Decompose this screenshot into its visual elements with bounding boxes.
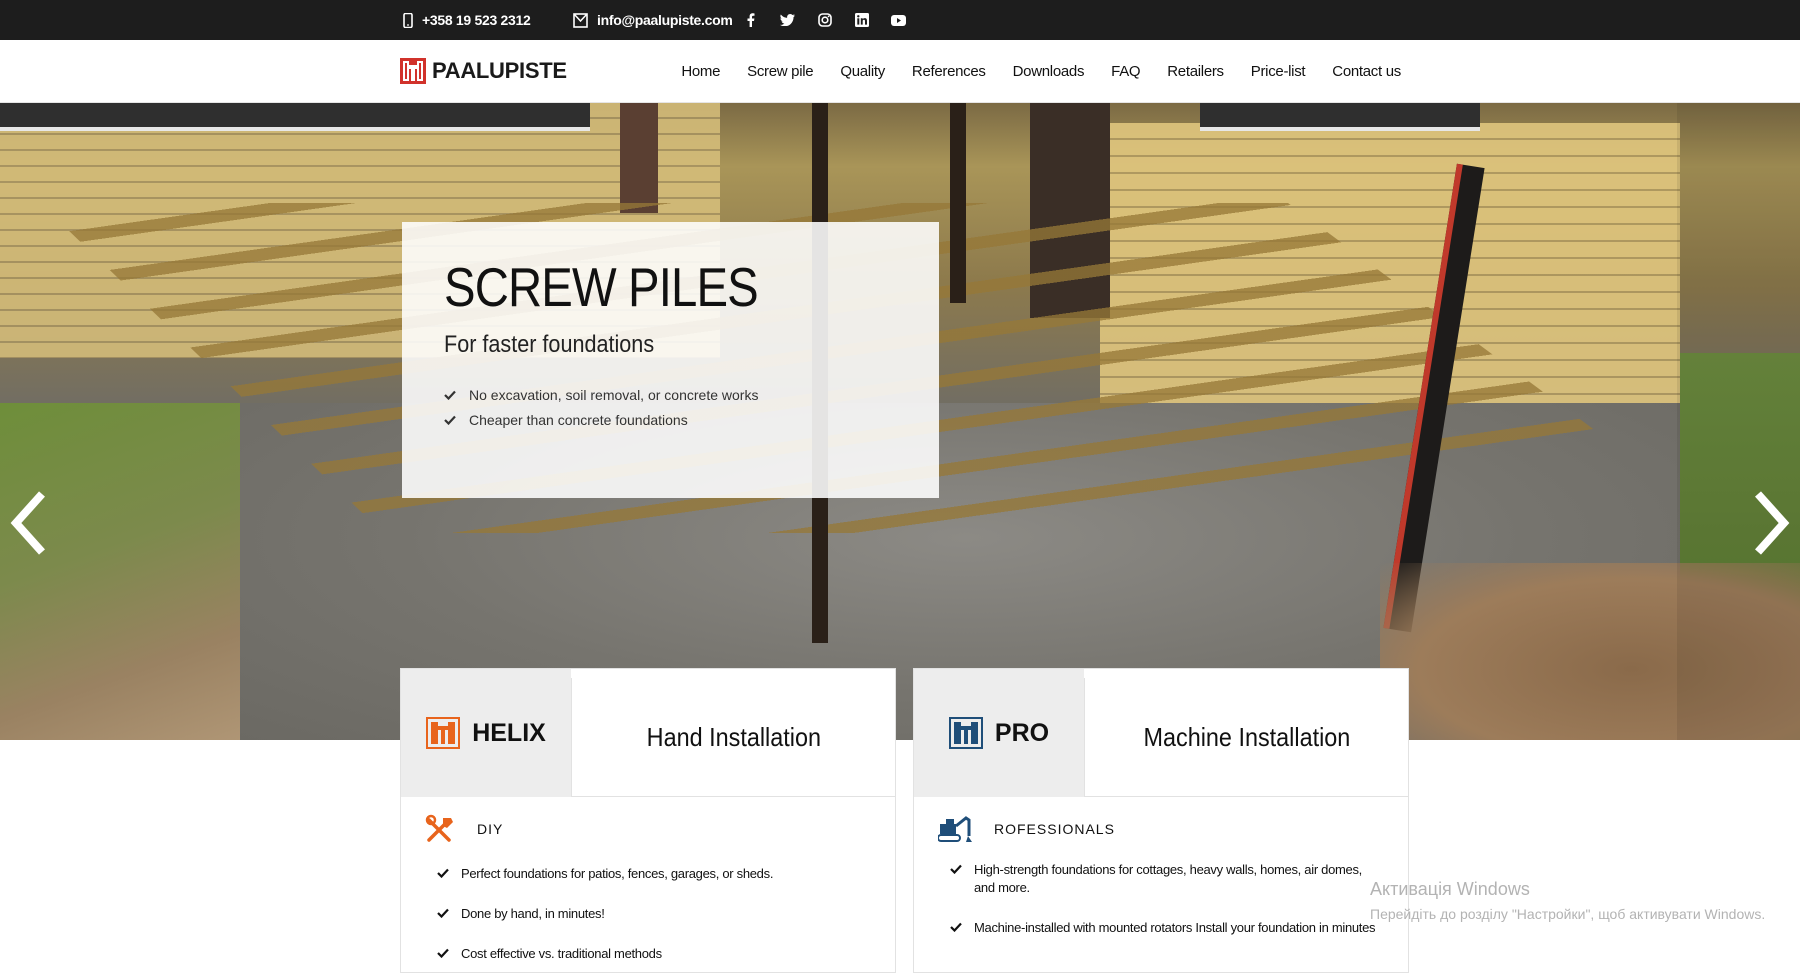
- pro-product-card[interactable]: PRO Machine Installation ROFESSIONALS Hi…: [913, 668, 1409, 973]
- card-heading: Machine Installation: [1084, 678, 1408, 797]
- hero-feature-item: No excavation, soil removal, or concrete…: [444, 387, 897, 403]
- helix-brand-tab: HELIX: [401, 669, 571, 797]
- nav-item-screw-pile[interactable]: Screw pile: [747, 63, 814, 80]
- card-category: DIY: [425, 814, 503, 844]
- checkmark-icon: [437, 868, 449, 878]
- checkmark-icon: [437, 948, 449, 958]
- checkmark-icon: [950, 864, 962, 874]
- excavator-icon: [938, 816, 972, 842]
- nav-item-quality[interactable]: Quality: [840, 63, 885, 80]
- nav-item-retailers[interactable]: Retailers: [1167, 63, 1224, 80]
- chevron-right-icon: [1755, 491, 1790, 555]
- phone-contact[interactable]: +358 19 523 2312: [403, 0, 531, 40]
- card-feature-item: High-strength foundations for cottages, …: [950, 861, 1378, 897]
- card-category: ROFESSIONALS: [938, 814, 1115, 844]
- phone-icon: [403, 12, 413, 28]
- email-icon: [573, 12, 588, 28]
- windows-activation-watermark: Активація Windows Перейдіть до розділу "…: [1370, 879, 1765, 922]
- nav-item-price-list[interactable]: Price-list: [1251, 63, 1306, 80]
- main-navigation: PAALUPISTE Home Screw pile Quality Refer…: [0, 40, 1800, 103]
- card-feature-item: Done by hand, in minutes!: [437, 905, 865, 923]
- site-logo[interactable]: PAALUPISTE: [400, 55, 567, 87]
- card-heading-text: Machine Installation: [1143, 721, 1350, 752]
- checkmark-icon: [444, 390, 456, 400]
- helix-brand-name: HELIX: [472, 718, 546, 747]
- card-heading: Hand Installation: [571, 678, 895, 797]
- card-feature-list: Perfect foundations for patios, fences, …: [437, 865, 865, 973]
- nav-item-downloads[interactable]: Downloads: [1013, 63, 1085, 80]
- nav-item-contact-us[interactable]: Contact us: [1332, 63, 1401, 80]
- hero-feature-item: Cheaper than concrete foundations: [444, 412, 897, 428]
- social-links: [732, 0, 917, 40]
- watermark-title: Активація Windows: [1370, 879, 1530, 899]
- instagram-icon[interactable]: [806, 13, 843, 27]
- card-category-label: DIY: [477, 821, 504, 837]
- nav-item-references[interactable]: References: [912, 63, 986, 80]
- pro-logo-icon: [948, 717, 983, 749]
- card-category-label: ROFESSIONALS: [994, 821, 1115, 837]
- email-address: info@paalupiste.com: [597, 12, 733, 28]
- nav-menu: Home Screw pile Quality References Downl…: [654, 40, 1401, 103]
- checkmark-icon: [950, 922, 962, 932]
- nav-item-home[interactable]: Home: [681, 63, 720, 80]
- tools-icon: [425, 814, 453, 842]
- nav-item-faq[interactable]: FAQ: [1111, 63, 1140, 80]
- hero-title: SCREW PILES: [444, 256, 759, 318]
- chevron-left-icon: [10, 491, 45, 555]
- card-heading-text: Hand Installation: [646, 721, 821, 752]
- hero-feature-list: No excavation, soil removal, or concrete…: [444, 387, 897, 428]
- twitter-icon[interactable]: [769, 14, 806, 26]
- paalupiste-logo-icon: [400, 58, 426, 84]
- hero-caption-box: SCREW PILES For faster foundations No ex…: [402, 222, 939, 498]
- helix-product-card[interactable]: HELIX Hand Installation DIY Perfect foun…: [400, 668, 896, 973]
- card-feature-item: Cost effective vs. traditional methods: [437, 945, 865, 963]
- checkmark-icon: [437, 908, 449, 918]
- youtube-icon[interactable]: [880, 14, 917, 26]
- card-feature-item: Perfect foundations for patios, fences, …: [437, 865, 865, 883]
- card-feature-item: Machine-installed with mounted rotators …: [950, 919, 1378, 937]
- pro-brand-name: PRO: [994, 718, 1050, 747]
- phone-number: +358 19 523 2312: [422, 12, 531, 28]
- hero-slider: SCREW PILES For faster foundations No ex…: [0, 103, 1800, 740]
- watermark-subtitle: Перейдіть до розділу "Настройки", щоб ак…: [1370, 906, 1766, 922]
- email-contact[interactable]: info@paalupiste.com: [573, 0, 733, 40]
- card-feature-list: High-strength foundations for cottages, …: [950, 861, 1378, 959]
- logo-text: PAALUPISTE: [432, 58, 567, 83]
- checkmark-icon: [444, 415, 456, 425]
- helix-logo-icon: [426, 717, 461, 749]
- hero-subtitle: For faster foundations: [444, 331, 655, 358]
- pro-brand-tab: PRO: [914, 669, 1084, 797]
- slider-prev-button[interactable]: [6, 488, 50, 558]
- top-bar: +358 19 523 2312 info@paalupiste.com: [0, 0, 1800, 40]
- facebook-icon[interactable]: [732, 13, 769, 27]
- linkedin-icon[interactable]: [843, 13, 880, 27]
- slider-next-button[interactable]: [1750, 488, 1794, 558]
